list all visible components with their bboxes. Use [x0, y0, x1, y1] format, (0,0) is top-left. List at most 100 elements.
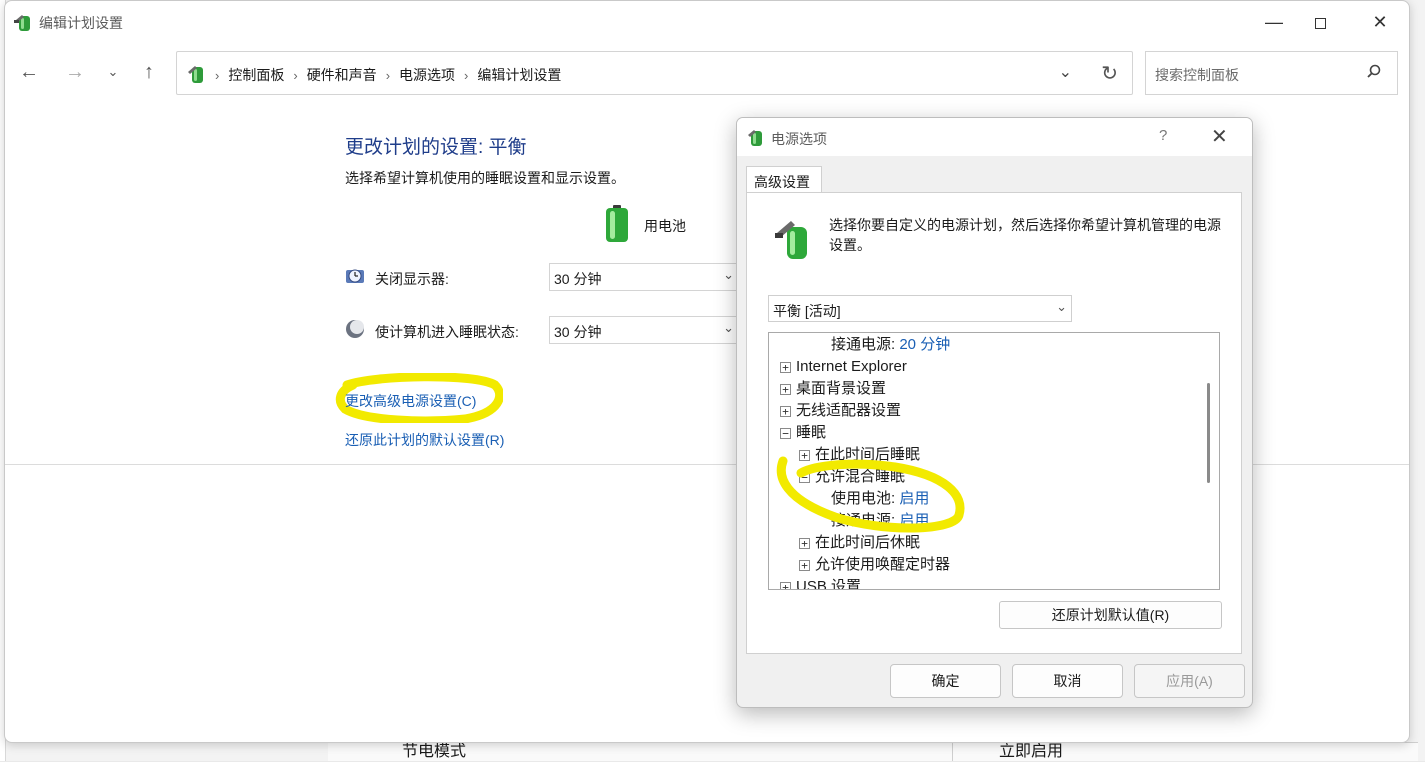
- up-button[interactable]: ↑: [135, 58, 163, 86]
- page-subtitle: 选择希望计算机使用的睡眠设置和显示设置。: [345, 170, 625, 186]
- background-row-label: 节电模式: [402, 743, 467, 760]
- breadcrumb-item-power-options[interactable]: 电源选项: [399, 65, 455, 85]
- forward-button[interactable]: →: [61, 58, 89, 86]
- tree-item-label: Internet Explorer: [796, 358, 907, 375]
- tree-item[interactable]: + 在此时间后休眠: [799, 532, 920, 554]
- apply-button[interactable]: 应用(A): [1134, 664, 1245, 698]
- back-button[interactable]: ←: [15, 58, 43, 86]
- up-arrow-icon: ↑: [144, 61, 154, 83]
- advanced-power-settings-link[interactable]: 更改高级电源设置(C): [345, 391, 476, 411]
- chevron-down-icon: ⌄: [107, 64, 119, 79]
- display-off-battery-select[interactable]: 30 分钟 ⌄: [549, 263, 739, 291]
- collapse-icon[interactable]: −: [799, 472, 810, 483]
- advanced-settings-panel: 选择你要自定义的电源计划，然后选择你希望计算机管理的电源设置。 平衡 [活动] …: [746, 192, 1242, 654]
- settings-tree[interactable]: 接通电源: 20 分钟 + Internet Explorer + 桌面背景设置 + 无线适…: [768, 332, 1220, 590]
- tree-scrollbar-thumb[interactable]: [1207, 383, 1210, 483]
- tree-item-label: 睡眠: [796, 424, 827, 441]
- tree-item-label: 允许混合睡眠: [815, 468, 906, 485]
- title-bar: 编辑计划设置 — ✕: [5, 1, 1409, 43]
- tree-item[interactable]: + USB 设置: [780, 576, 862, 590]
- tab-advanced-settings[interactable]: 高级设置: [746, 166, 822, 193]
- background-row-action[interactable]: 立即启用: [999, 742, 1063, 761]
- page-title: 更改计划的设置: 平衡: [345, 137, 527, 158]
- tree-item-label: 接通电源:: [831, 336, 896, 353]
- tree-item[interactable]: − 睡眠: [780, 422, 826, 444]
- recent-locations-button[interactable]: ⌄: [99, 58, 127, 86]
- address-history-chevron-icon[interactable]: ⌄: [1059, 62, 1072, 82]
- help-icon[interactable]: ?: [1159, 127, 1167, 144]
- sleep-value: 30 分钟: [554, 324, 602, 340]
- chevron-down-icon: ⌄: [723, 320, 734, 335]
- tree-item[interactable]: − 允许混合睡眠: [799, 466, 905, 488]
- restore-plan-defaults-button[interactable]: 还原计划默认值(R): [999, 601, 1222, 629]
- dialog-close-icon[interactable]: ✕: [1211, 124, 1228, 149]
- expand-icon[interactable]: +: [799, 538, 810, 549]
- tree-item[interactable]: 使用电池: 启用: [831, 488, 929, 510]
- sleep-label: 使计算机进入睡眠状态:: [375, 324, 519, 340]
- collapse-icon[interactable]: −: [780, 428, 791, 439]
- tree-item[interactable]: 接通电源: 20 分钟: [831, 334, 950, 356]
- power-plan-value: 平衡 [活动]: [773, 303, 841, 319]
- tree-item-value[interactable]: 启用: [899, 512, 929, 529]
- tree-item[interactable]: + 桌面背景设置: [780, 378, 886, 400]
- power-plan-select[interactable]: 平衡 [活动] ⌄: [768, 295, 1072, 322]
- restore-defaults-link[interactable]: 还原此计划的默认设置(R): [345, 430, 504, 450]
- expand-icon[interactable]: +: [799, 560, 810, 571]
- power-options-icon: [748, 130, 762, 146]
- display-clock-icon: [346, 269, 364, 283]
- expand-icon[interactable]: +: [780, 582, 791, 589]
- maximize-button[interactable]: [1297, 7, 1343, 37]
- background-divider: [952, 742, 953, 761]
- search-input[interactable]: 搜索控制面板: [1145, 51, 1398, 95]
- expand-icon[interactable]: +: [780, 406, 791, 417]
- search-placeholder: 搜索控制面板: [1155, 67, 1239, 83]
- tree-item[interactable]: + 在此时间后睡眠: [799, 444, 920, 466]
- address-bar[interactable]: › 控制面板 › 硬件和声音 › 电源选项 › 编辑计划设置 ⌄ ↻: [176, 51, 1133, 95]
- breadcrumb-separator-icon: ›: [385, 67, 391, 83]
- expand-icon[interactable]: +: [780, 362, 791, 373]
- chevron-down-icon: ⌄: [723, 267, 734, 282]
- breadcrumb-separator-icon: ›: [293, 67, 298, 83]
- power-options-icon: [14, 15, 30, 31]
- search-icon: [1367, 64, 1381, 78]
- cancel-button[interactable]: 取消: [1012, 664, 1123, 698]
- tree-item-label: 在此时间后睡眠: [815, 446, 921, 463]
- tree-item-label: USB 设置: [796, 578, 862, 590]
- window-title: 编辑计划设置: [39, 15, 123, 31]
- dialog-title: 电源选项: [771, 131, 827, 147]
- tree-item[interactable]: 接通电源: 启用: [831, 510, 929, 532]
- tree-item-value[interactable]: 启用: [899, 490, 929, 507]
- navigation-bar: ← → ⌄ ↑ › 控制面板 › 硬件和声音 › 电源选项 › 编辑计划设置 ⌄…: [5, 49, 1409, 97]
- breadcrumb: › 控制面板 › 硬件和声音 › 电源选项 › 编辑计划设置: [215, 65, 561, 85]
- tree-item[interactable]: + 允许使用唤醒定时器: [799, 554, 950, 576]
- forward-arrow-icon: →: [65, 61, 85, 83]
- battery-column-label: 用电池: [644, 218, 686, 234]
- breadcrumb-item-control-panel[interactable]: 控制面板: [228, 65, 284, 85]
- dialog-description: 选择你要自定义的电源计划，然后选择你希望计算机管理的电源设置。: [829, 217, 1221, 253]
- display-off-label: 关闭显示器:: [375, 271, 449, 287]
- breadcrumb-item-edit-plan[interactable]: 编辑计划设置: [477, 65, 561, 85]
- ok-button[interactable]: 确定: [890, 664, 1001, 698]
- chevron-down-icon: ⌄: [1056, 299, 1067, 314]
- tree-item-label: 无线适配器设置: [796, 402, 902, 419]
- power-plan-icon: [775, 221, 807, 259]
- close-button[interactable]: ✕: [1357, 7, 1403, 37]
- sleep-battery-select[interactable]: 30 分钟 ⌄: [549, 316, 739, 344]
- maximize-icon: [1314, 18, 1326, 29]
- tree-item-value[interactable]: 20 分钟: [899, 336, 950, 353]
- tree-item-label: 使用电池:: [831, 490, 896, 507]
- breadcrumb-separator-icon: ›: [215, 67, 220, 83]
- tree-scrollbar[interactable]: [1199, 333, 1219, 589]
- breadcrumb-item-hardware-sound[interactable]: 硬件和声音: [307, 65, 377, 85]
- minimize-button[interactable]: —: [1251, 7, 1297, 37]
- back-arrow-icon: ←: [19, 61, 39, 83]
- breadcrumb-separator-icon: ›: [464, 67, 469, 83]
- control-panel-icon: [188, 66, 203, 83]
- expand-icon[interactable]: +: [799, 450, 810, 461]
- expand-icon[interactable]: +: [780, 384, 791, 395]
- tree-item-label: 在此时间后休眠: [815, 534, 921, 551]
- tree-item[interactable]: + Internet Explorer: [780, 356, 907, 378]
- refresh-icon[interactable]: ↻: [1101, 61, 1118, 86]
- tree-item[interactable]: + 无线适配器设置: [780, 400, 901, 422]
- tree-item-label: 接通电源:: [831, 512, 896, 529]
